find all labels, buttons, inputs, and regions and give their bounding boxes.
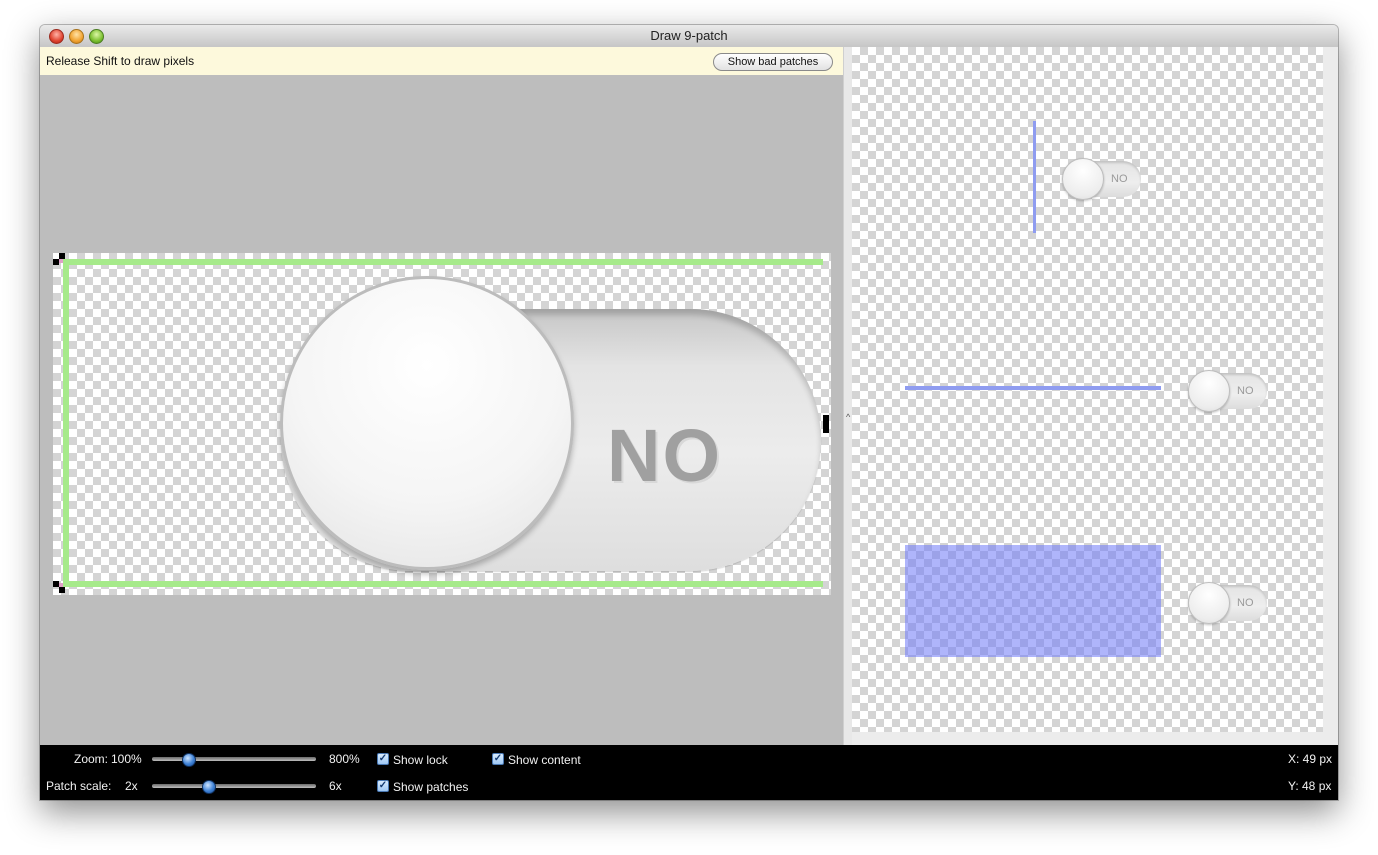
zoom-min-label: 100%	[111, 752, 142, 766]
patch-editor-pane[interactable]: Release Shift to draw pixels Show bad pa…	[40, 47, 843, 745]
divider-grip-icon[interactable]: ^	[846, 412, 850, 422]
right-content-marker[interactable]	[823, 415, 829, 433]
window-title: Draw 9-patch	[650, 28, 728, 43]
preview-switch-horizontal: NO	[1188, 370, 1267, 412]
patch-scale-slider-thumb[interactable]	[202, 780, 217, 794]
status-bar: Zoom: 100% 800% ✓ Show lock ✓ Show conte…	[40, 745, 1338, 800]
preview-knob	[1062, 158, 1104, 200]
show-lock-label[interactable]: Show lock	[393, 753, 448, 767]
corner-pixel-marker	[59, 259, 63, 263]
y-coordinate-readout: Y: 48 px	[1288, 779, 1332, 793]
patch-scale-label: Patch scale:	[46, 779, 112, 793]
preview-knob	[1188, 370, 1230, 412]
preview-switch-both: NO	[1188, 582, 1267, 624]
patch-scale-min-label: 2x	[125, 779, 138, 793]
patch-scale-max-label: 6x	[329, 779, 342, 793]
editable-image-canvas[interactable]: NO	[53, 253, 831, 595]
split-pane-divider[interactable]: ^	[843, 47, 852, 745]
preview-horizontal-scrollbar[interactable]	[852, 732, 1323, 745]
left-patch-guide	[63, 259, 69, 587]
show-lock-checkbox[interactable]: ✓	[377, 753, 389, 765]
preview-label: NO	[1111, 173, 1128, 185]
horizontal-stretch-preview-line	[905, 386, 1161, 390]
both-stretch-preview-area	[905, 545, 1161, 657]
zoom-max-label: 800%	[329, 752, 360, 766]
title-bar[interactable]: Draw 9-patch	[40, 25, 1338, 48]
stretch-preview-pane: NO NO NO	[852, 47, 1323, 732]
x-coordinate-readout: X: 49 px	[1288, 752, 1333, 766]
switch-knob-graphic	[280, 276, 574, 570]
bottom-patch-guide	[63, 581, 823, 587]
preview-label: NO	[1237, 385, 1254, 397]
zoom-slider-thumb[interactable]	[182, 753, 197, 767]
info-message: Release Shift to draw pixels	[46, 54, 195, 68]
preview-vertical-scrollbar[interactable]	[1323, 47, 1338, 745]
corner-pixel-marker-bottom	[59, 583, 63, 587]
preview-knob	[1188, 582, 1230, 624]
show-bad-patches-button[interactable]: Show bad patches	[713, 53, 833, 71]
vertical-stretch-preview-line	[1033, 121, 1036, 233]
zoom-slider[interactable]	[152, 757, 316, 761]
patch-scale-slider[interactable]	[152, 784, 316, 788]
zoom-label: Zoom:	[74, 752, 109, 766]
draw-9-patch-window: Draw 9-patch Release Shift to draw pixel…	[40, 25, 1338, 800]
switch-no-label: NO	[607, 414, 722, 497]
show-content-label[interactable]: Show content	[508, 753, 581, 767]
show-content-checkbox[interactable]: ✓	[492, 753, 504, 765]
show-patches-label[interactable]: Show patches	[393, 780, 468, 794]
preview-label: NO	[1237, 597, 1254, 609]
info-bar: Release Shift to draw pixels Show bad pa…	[40, 47, 843, 75]
top-patch-guide	[63, 259, 823, 265]
bottom-stretch-marker[interactable]	[59, 587, 65, 593]
preview-switch-vertical: NO	[1062, 158, 1141, 200]
show-patches-checkbox[interactable]: ✓	[377, 780, 389, 792]
